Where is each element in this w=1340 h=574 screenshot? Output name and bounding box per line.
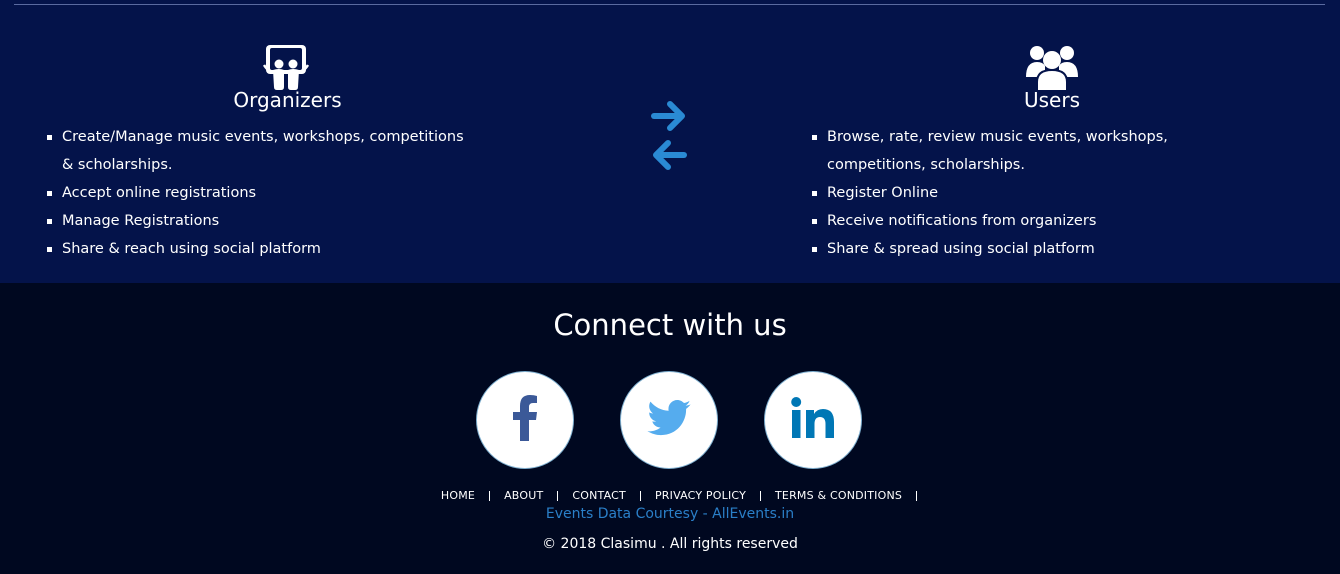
footer-link-contact[interactable]: CONTACT — [558, 489, 640, 502]
footer-link-privacy-policy[interactable]: PRIVACY POLICY — [641, 489, 760, 502]
footer-link-home[interactable]: HOME — [427, 489, 489, 502]
facebook-icon — [512, 395, 538, 445]
list-item: Register Online — [812, 179, 1262, 207]
footer-link-about[interactable]: ABOUT — [490, 489, 557, 502]
list-item: Accept online registrations — [47, 179, 477, 207]
list-item: Manage Registrations — [47, 207, 477, 235]
users-feature-list: Browse, rate, review music events, works… — [812, 123, 1262, 263]
list-item: Share & reach using social platform — [47, 235, 477, 263]
features-section: Organizers Create/Manage music events, w… — [0, 0, 1340, 283]
connect-title: Connect with us — [553, 308, 787, 342]
footer-link-terms[interactable]: TERMS & CONDITIONS — [761, 489, 916, 502]
twitter-button[interactable] — [620, 371, 718, 469]
nav-separator — [916, 490, 918, 501]
list-item: Create/Manage music events, workshops, c… — [47, 123, 477, 179]
organizers-title: Organizers — [233, 88, 342, 112]
organizers-feature-list: Create/Manage music events, workshops, c… — [47, 123, 477, 263]
courtesy-link[interactable]: Events Data Courtesy - AllEvents.in — [0, 506, 1340, 522]
list-item: Receive notifications from organizers — [812, 207, 1262, 235]
list-item: Share & spread using social platform — [812, 235, 1262, 263]
section-divider — [14, 4, 1325, 5]
facebook-button[interactable] — [476, 371, 574, 469]
users-title: Users — [1023, 88, 1080, 112]
list-item: Browse, rate, review music events, works… — [812, 123, 1262, 179]
copyright-text: © 2018 Clasimu . All rights reserved — [542, 536, 798, 552]
footer-nav: HOME ABOUT CONTACT PRIVACY POLICY TERMS … — [0, 489, 1340, 502]
exchange-arrows-icon — [650, 99, 688, 179]
linkedin-button[interactable] — [764, 371, 862, 469]
linkedin-icon — [791, 397, 835, 443]
twitter-icon — [647, 400, 691, 440]
